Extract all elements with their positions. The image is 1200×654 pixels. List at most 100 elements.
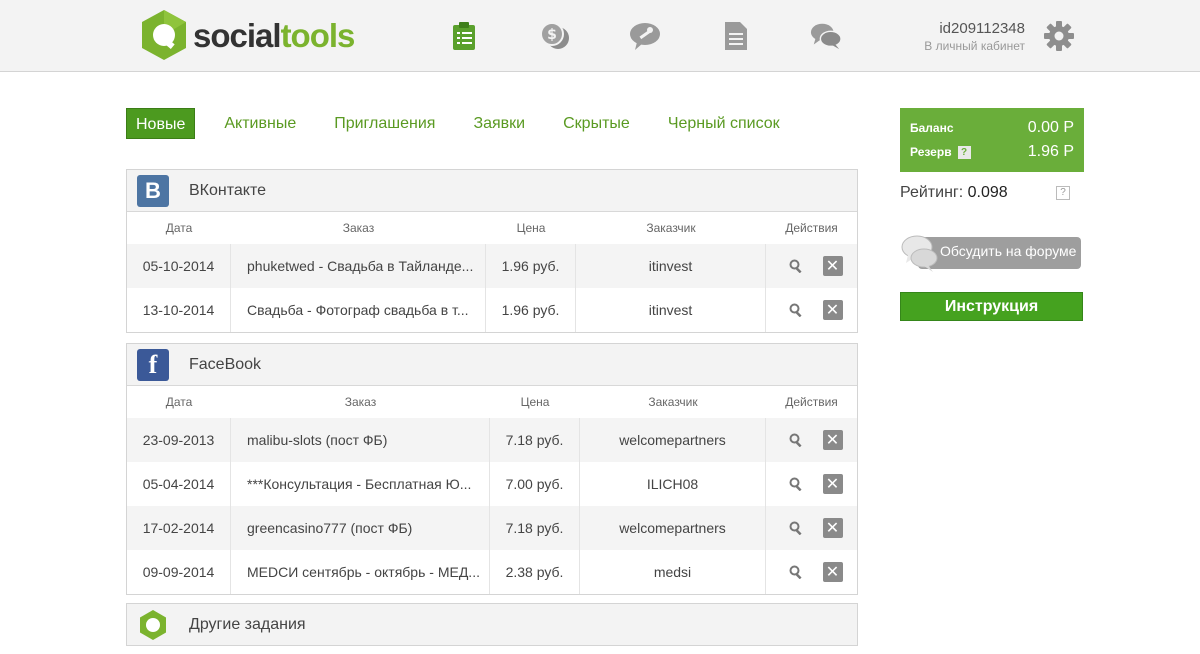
close-icon[interactable]: ✕ — [822, 518, 843, 538]
search-icon[interactable] — [789, 303, 803, 317]
close-icon[interactable]: ✕ — [822, 474, 843, 494]
row-date: 13-10-2014 — [127, 288, 231, 332]
search-icon[interactable] — [789, 477, 803, 491]
search-icon[interactable] — [789, 521, 803, 535]
row-price: 7.18 руб. — [490, 418, 580, 462]
column-client: Заказчик — [646, 221, 696, 235]
column-date: Дата — [165, 221, 193, 235]
balance-row: Баланс 0.00 Р — [910, 116, 1074, 140]
tab-hidden[interactable]: Скрытые — [554, 108, 639, 139]
column-order: Заказ — [344, 395, 377, 409]
svg-text:$: $ — [547, 27, 557, 43]
row-order-link[interactable]: malibu-slots (пост ФБ) — [231, 418, 490, 462]
gear-icon[interactable] — [1043, 20, 1075, 52]
instruction-button[interactable]: Инструкция — [900, 292, 1083, 321]
logo-hexagon-icon — [142, 10, 186, 60]
document-icon[interactable] — [720, 20, 752, 52]
tab-invitations[interactable]: Приглашения — [325, 108, 444, 139]
row-actions: ✕ — [766, 288, 857, 332]
row-client: welcomepartners — [580, 418, 766, 462]
table-row: 09-09-2014 MEDCИ сентябрь - октябрь - МЕ… — [127, 550, 857, 594]
search-icon[interactable] — [789, 565, 803, 579]
row-date: 05-10-2014 — [127, 244, 231, 288]
rating-value: 0.098 — [967, 184, 1008, 201]
balance-box: Баланс 0.00 Р Резерв ? 1.96 Р — [900, 108, 1084, 172]
close-icon[interactable]: ✕ — [822, 256, 843, 276]
column-price: Цена — [520, 395, 550, 409]
vk-panel: B ВКонтакте Дата Заказ Цена Заказчик Дей… — [126, 169, 858, 333]
row-order-link[interactable]: MEDCИ сентябрь - октябрь - МЕД... — [231, 550, 490, 594]
row-date: 23-09-2013 — [127, 418, 231, 462]
chat-icon[interactable] — [810, 20, 842, 52]
search-icon[interactable] — [789, 259, 803, 273]
row-actions: ✕ — [766, 550, 857, 594]
row-price: 7.00 руб. — [490, 462, 580, 506]
table-row: 05-04-2014 ***Консультация - Бесплатная … — [127, 462, 857, 506]
facebook-icon: f — [137, 348, 169, 381]
forum-button[interactable]: Обсудить на форуме — [900, 233, 1081, 272]
row-price: 7.18 руб. — [490, 506, 580, 550]
user-account-link[interactable]: id209112348 В личный кабинет — [924, 20, 1025, 53]
vk-panel-header: B ВКонтакте — [127, 170, 857, 212]
close-icon[interactable]: ✕ — [822, 562, 843, 582]
top-header: socialtools $ id209112348 В личный кабин… — [0, 0, 1200, 72]
row-price: 1.96 руб. — [486, 244, 576, 288]
tab-blacklist[interactable]: Черный список — [659, 108, 789, 139]
help-icon[interactable]: ? — [957, 145, 971, 159]
rating-text: Рейтинг: 0.098 — [900, 184, 1008, 202]
speech-bubbles-icon — [901, 235, 938, 272]
logo[interactable]: socialtools — [137, 6, 355, 64]
row-order-link[interactable]: phuketwed - Свадьба в Тайланде... — [231, 244, 486, 288]
reserve-row: Резерв ? 1.96 Р — [910, 140, 1074, 164]
rating-label: Рейтинг: — [900, 184, 964, 201]
row-actions: ✕ — [766, 462, 857, 506]
table-row: 05-10-2014 phuketwed - Свадьба в Тайланд… — [127, 244, 857, 288]
close-icon[interactable]: ✕ — [822, 300, 843, 320]
row-client: welcomepartners — [580, 506, 766, 550]
user-cabinet-link[interactable]: В личный кабинет — [924, 39, 1025, 53]
other-tasks-header: Другие задания — [127, 604, 857, 645]
tab-requests[interactable]: Заявки — [464, 108, 534, 139]
coins-icon[interactable]: $ — [539, 20, 571, 52]
tab-new[interactable]: Новые — [126, 108, 196, 139]
hexagon-icon — [140, 609, 166, 640]
column-actions: Действия — [785, 395, 838, 409]
help-icon[interactable]: ? — [1056, 186, 1070, 200]
close-icon[interactable]: ✕ — [822, 430, 843, 450]
table-row: 13-10-2014 Свадьба - Фотограф свадьба в … — [127, 288, 857, 332]
row-actions: ✕ — [766, 506, 857, 550]
row-actions: ✕ — [766, 418, 857, 462]
panel-title: Другие задания — [189, 615, 306, 633]
facebook-panel-header: f FaceBook — [127, 344, 857, 386]
column-date: Дата — [165, 395, 193, 409]
row-date: 17-02-2014 — [127, 506, 231, 550]
facebook-rows: 23-09-2013 malibu-slots (пост ФБ) 7.18 р… — [127, 418, 857, 594]
status-tabs: Новые Активные Приглашения Заявки Скрыты… — [126, 108, 809, 139]
other-tasks-panel[interactable]: Другие задания — [126, 603, 858, 646]
tab-active[interactable]: Активные — [215, 108, 305, 139]
search-icon[interactable] — [789, 433, 803, 447]
column-client: Заказчик — [648, 395, 698, 409]
row-actions: ✕ — [766, 244, 857, 288]
column-price: Цена — [516, 221, 546, 235]
reserve-value: 1.96 Р — [1027, 143, 1074, 160]
facebook-panel: f FaceBook Дата Заказ Цена Заказчик Дейс… — [126, 343, 858, 595]
row-price: 2.38 руб. — [490, 550, 580, 594]
support-bubble-icon[interactable] — [629, 20, 661, 52]
panel-title: ВКонтакте — [189, 181, 266, 199]
row-client: ILICH08 — [580, 462, 766, 506]
table-row: 23-09-2013 malibu-slots (пост ФБ) 7.18 р… — [127, 418, 857, 462]
table-row: 17-02-2014 greencasino777 (пост ФБ) 7.18… — [127, 506, 857, 550]
rating: Рейтинг: 0.098 ? — [900, 184, 1070, 202]
row-order-link[interactable]: greencasino777 (пост ФБ) — [231, 506, 490, 550]
vk-rows: 05-10-2014 phuketwed - Свадьба в Тайланд… — [127, 244, 857, 332]
forum-button-label: Обсудить на форуме — [940, 243, 1077, 259]
row-date: 05-04-2014 — [127, 462, 231, 506]
row-order-link[interactable]: ***Консультация - Бесплатная Ю... — [231, 462, 490, 506]
column-order: Заказ — [342, 221, 375, 235]
orders-clipboard-icon[interactable] — [448, 20, 480, 52]
row-client: itinvest — [576, 244, 766, 288]
row-order-link[interactable]: Свадьба - Фотограф свадьба в т... — [231, 288, 486, 332]
reserve-label: Резерв — [910, 145, 952, 159]
balance-value: 0.00 Р — [1027, 119, 1074, 136]
